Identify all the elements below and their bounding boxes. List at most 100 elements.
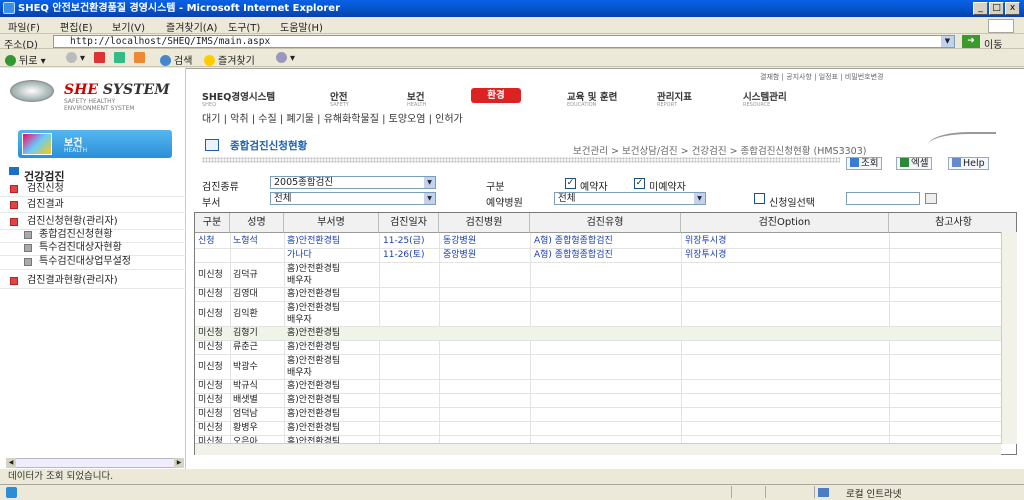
col-header-gubun[interactable]: 구분: [195, 213, 230, 233]
sidebar-item-label: 검진신청현황(관리자): [27, 216, 118, 227]
sub-navigation[interactable]: 대기 | 악취 | 수질 | 폐기물 | 유해화학물질 | 토양오염 | 인허가: [202, 110, 463, 125]
menu-help[interactable]: 도움말(H): [280, 19, 323, 34]
not-reserved-checkbox[interactable]: ✓: [634, 178, 645, 189]
table-row[interactable]: 미신청 황병우 홈)안전환경팀: [195, 422, 1002, 435]
sidebar-item-result-status-admin[interactable]: 검진결과현황(관리자): [0, 274, 186, 289]
home-button[interactable]: [134, 52, 148, 64]
table-row[interactable]: 미신청 김형기 홈)안전환경팀: [195, 327, 1002, 340]
hospital-label: 예약병원: [486, 198, 523, 209]
red-square-icon: [10, 185, 18, 193]
menu-edit[interactable]: 편집(E): [60, 19, 93, 34]
table-row[interactable]: 신청 노형석 홈)안전환경팀 11-25(금) 동강병원 A형) 종합형종합검진 위장투시경: [195, 235, 1002, 248]
sidebar-item-special-task-setting[interactable]: 특수검진대상업무설정: [0, 255, 186, 270]
nav-education[interactable]: 교육 및 훈련: [567, 89, 617, 103]
date-input[interactable]: [846, 192, 920, 205]
cell-dept: 홈)안전환경팀: [287, 236, 341, 246]
table-row[interactable]: 미신청 박규식 홈)안전환경팀: [195, 380, 1002, 393]
col-header-type[interactable]: 검진유형: [530, 213, 681, 233]
nav-education-sub: EDUCATION: [567, 102, 597, 108]
sidebar-item-exam-result[interactable]: 검진결과: [0, 198, 186, 213]
nav-report[interactable]: 관리지표: [657, 89, 692, 103]
cell-gubun: 신청: [198, 236, 215, 246]
table-row[interactable]: 미신청 김익환 홈)안전환경팀 배우자: [195, 302, 1002, 326]
nav-health[interactable]: 보건: [407, 89, 424, 103]
star-icon: [204, 55, 215, 66]
search-icon: [160, 55, 171, 66]
table-row[interactable]: 미신청 박광수 홈)안전환경팀 배우자: [195, 355, 1002, 379]
go-icon[interactable]: ➜: [962, 35, 980, 48]
close-button[interactable]: x: [1005, 2, 1020, 15]
search-button[interactable]: 검색: [160, 52, 192, 67]
sidebar-item-label: 검진결과: [27, 199, 64, 210]
col-header-note[interactable]: 참고사항: [889, 213, 1016, 233]
cell-dept: 홈)안전환경팀: [287, 409, 341, 419]
cell-date: 11-26(토): [383, 250, 425, 260]
health-sub: HEALTH: [64, 147, 88, 154]
calendar-icon[interactable]: [925, 193, 937, 204]
not-reserved-label: 미예약자: [649, 182, 686, 193]
table-row[interactable]: 미신청 류춘근 홈)안전환경팀: [195, 341, 1002, 354]
sidebar-item-special-targets[interactable]: 특수검진대상자현황: [0, 241, 186, 256]
monitor-icon: [9, 167, 19, 175]
page-icon: [6, 487, 17, 498]
left-scrollbar[interactable]: [6, 458, 184, 468]
stop-button[interactable]: [94, 52, 108, 64]
media-icon: [276, 52, 287, 63]
menu-view[interactable]: 보기(V): [112, 19, 145, 34]
col-header-option[interactable]: 검진Option: [681, 213, 889, 233]
cell-date: 11-25(금): [383, 236, 425, 246]
help-button[interactable]: Help: [948, 157, 989, 170]
windows-logo-icon: [988, 19, 1014, 33]
scroll-left-icon[interactable]: ◀: [6, 458, 16, 468]
hospital-select[interactable]: 전체 ▼: [554, 192, 706, 205]
col-header-dept[interactable]: 부서명: [284, 213, 379, 233]
menu-file[interactable]: 파일(F): [8, 19, 40, 34]
scroll-right-icon[interactable]: ▶: [174, 458, 184, 468]
sidebar-item-exam-apply[interactable]: 검진신청: [0, 182, 186, 197]
table-row[interactable]: 미신청 엄덕남 홈)안전환경팀: [195, 408, 1002, 421]
status-separator: [765, 486, 766, 498]
reserved-checkbox[interactable]: ✓: [565, 178, 576, 189]
cell-dept: 홈)안전환경팀: [287, 328, 341, 338]
dept-select[interactable]: 전체 ▼: [270, 192, 436, 205]
menu-tools[interactable]: 도구(T): [228, 19, 260, 34]
nav-sheq[interactable]: SHEQ경영시스템: [202, 89, 275, 103]
browser-toolbar: [0, 49, 1024, 67]
table-row[interactable]: 미신청 김영대 홈)안전환경팀: [195, 288, 1002, 301]
red-square-icon: [10, 277, 18, 285]
refresh-button[interactable]: [114, 52, 128, 64]
table-row[interactable]: 가나다 11-26(토) 중앙병원 A형) 종합형종합검진 위장투시경: [195, 249, 1002, 262]
minimize-button[interactable]: _: [973, 2, 988, 15]
media-button[interactable]: ▾: [276, 52, 295, 64]
col-header-date[interactable]: 검진일자: [379, 213, 439, 233]
nav-sheq-sub: SHEQ: [202, 102, 217, 108]
cell-gubun: 미신청: [198, 362, 223, 372]
nav-safety[interactable]: 안전: [330, 89, 347, 103]
table-vertical-scrollbar[interactable]: [1001, 232, 1017, 444]
table-row[interactable]: 미신청 배샛별 홈)안전환경팀: [195, 394, 1002, 407]
search-action-button[interactable]: 조회: [846, 157, 883, 170]
favorites-button[interactable]: 즐겨찾기: [204, 52, 255, 67]
search-icon: [850, 158, 859, 167]
address-input[interactable]: http://localhost/SHEQ/IMS/main.aspx: [53, 35, 955, 48]
top-links[interactable]: 결재함 | 공지사항 | 일정표 | 비밀번호변경: [760, 72, 883, 82]
menu-favorites[interactable]: 즐겨찾기(A): [166, 19, 217, 34]
table-horizontal-scrollbar[interactable]: [195, 443, 1001, 455]
forward-button[interactable]: ▾: [66, 52, 85, 64]
table-row[interactable]: 미신청 김덕규 홈)안전환경팀 배우자: [195, 263, 1002, 287]
sidebar-item-label: 종합검진신청현황: [39, 229, 113, 240]
date-select-checkbox[interactable]: [754, 193, 765, 204]
cell-hospital: 중앙병원: [443, 250, 477, 260]
nav-system[interactable]: 시스템관리: [743, 89, 787, 103]
address-dropdown-icon[interactable]: ▼: [941, 36, 954, 47]
exam-type-select[interactable]: 2005종합검진 ▼: [270, 176, 436, 189]
cell-name: 김익환: [233, 309, 258, 319]
menubar: 파일(F) 편집(E) 보기(V) 즐겨찾기(A) 도구(T) 도움말(H): [0, 17, 1024, 34]
back-button[interactable]: 뒤로 ▾: [5, 52, 46, 67]
maximize-button[interactable]: □: [989, 2, 1004, 15]
dropdown-arrow-icon: ▼: [424, 193, 435, 204]
excel-button[interactable]: 엑셀: [896, 157, 933, 170]
col-header-hospital[interactable]: 검진병원: [439, 213, 530, 233]
col-header-name[interactable]: 성명: [230, 213, 284, 233]
nav-environment[interactable]: 환경: [471, 88, 521, 103]
